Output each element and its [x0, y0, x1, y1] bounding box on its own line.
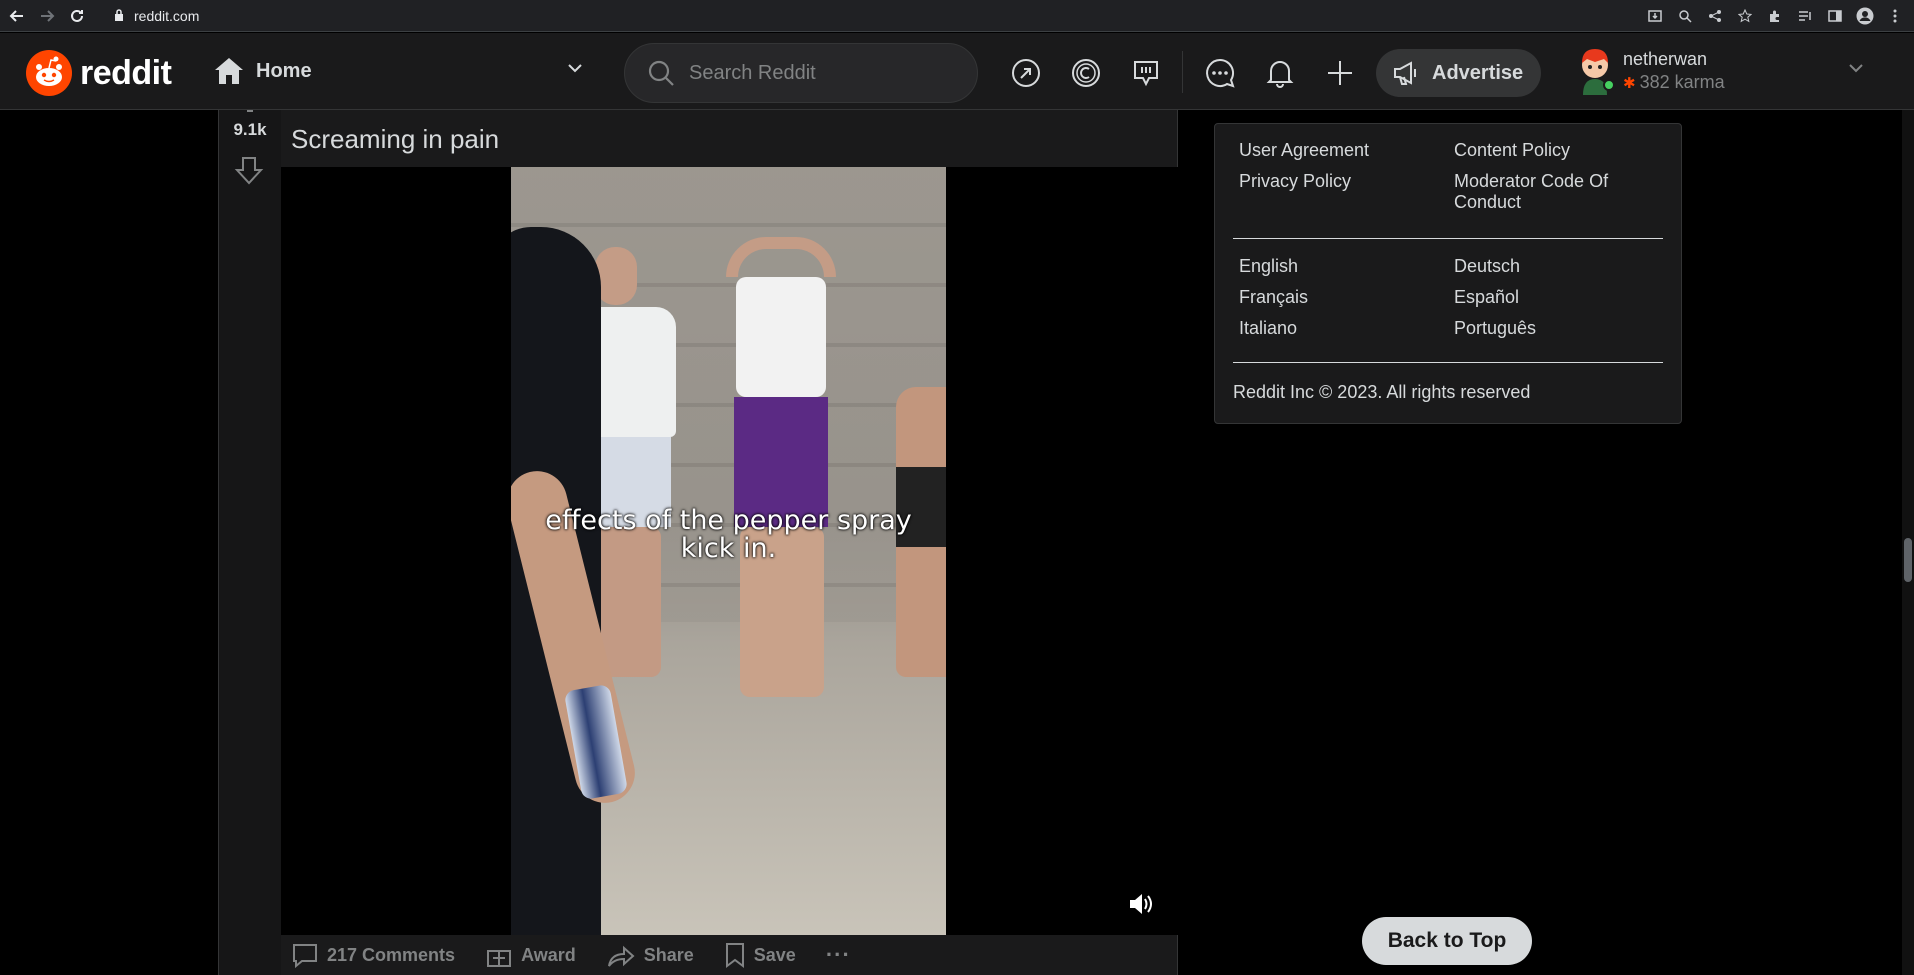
user-menu[interactable]: netherwan ✱ 382 karma: [1575, 43, 1875, 99]
language-links: English Deutsch Français Español Italian…: [1239, 256, 1669, 339]
gift-icon: [485, 942, 513, 968]
back-to-top-button[interactable]: Back to Top: [1362, 917, 1532, 965]
username: netherwan: [1623, 49, 1708, 69]
chevron-down-icon: [1849, 64, 1863, 73]
forward-arrow-icon[interactable]: [34, 3, 60, 29]
avatar: [1575, 47, 1615, 95]
lock-icon: [114, 8, 124, 24]
video-player[interactable]: effects of the pepper spray kick in.: [281, 167, 1178, 935]
policy-links: User Agreement Content Policy Privacy Po…: [1239, 140, 1669, 213]
install-icon[interactable]: [1642, 3, 1668, 29]
save-label: Save: [753, 944, 796, 965]
comments-button[interactable]: 217 Comments: [291, 942, 455, 968]
address-bar[interactable]: reddit.com: [114, 8, 199, 24]
menu-dots-icon[interactable]: [1882, 3, 1908, 29]
reddit-logo[interactable]: reddit: [26, 50, 172, 96]
moderator-code-link[interactable]: Moderator Code Of Conduct: [1454, 171, 1669, 213]
more-options-icon[interactable]: ···: [826, 942, 851, 968]
advertise-label: Advertise: [1432, 61, 1524, 84]
footer-links-card: User Agreement Content Policy Privacy Po…: [1214, 123, 1682, 424]
reading-list-icon[interactable]: [1792, 3, 1818, 29]
share-arrow-icon: [606, 942, 636, 968]
search-input[interactable]: [689, 61, 949, 85]
post-card: 9.1k Screaming in pain effects of the pe…: [218, 110, 1178, 975]
popular-icon[interactable]: [1006, 53, 1046, 93]
feed-label: Home: [256, 59, 312, 82]
home-icon: [215, 58, 243, 84]
feed-selector[interactable]: Home: [214, 51, 584, 91]
chevron-down-icon: [568, 64, 582, 73]
user-agreement-link[interactable]: User Agreement: [1239, 140, 1454, 161]
language-francais[interactable]: Français: [1239, 287, 1454, 308]
url-text: reddit.com: [134, 7, 200, 24]
reddit-header: reddit Home Advertise netherwan: [0, 33, 1914, 110]
create-post-plus-icon[interactable]: [1320, 53, 1360, 93]
downvote-arrow-icon[interactable]: [233, 154, 265, 186]
header-divider: [1182, 51, 1183, 93]
back-arrow-icon[interactable]: [4, 3, 30, 29]
post-title[interactable]: Screaming in pain: [291, 124, 499, 155]
rpan-icon[interactable]: [1126, 53, 1166, 93]
divider: [1233, 238, 1663, 239]
chat-icon[interactable]: [1200, 53, 1240, 93]
upvote-arrow-icon[interactable]: [247, 110, 253, 112]
reddit-wordmark: reddit: [80, 53, 172, 92]
coins-icon[interactable]: [1066, 53, 1106, 93]
video-frame: effects of the pepper spray kick in.: [511, 167, 946, 935]
karma-count: ✱ 382 karma: [1623, 72, 1725, 93]
advertise-button[interactable]: Advertise: [1376, 49, 1541, 97]
snoo-icon: [26, 50, 72, 96]
award-button[interactable]: Award: [485, 942, 576, 968]
language-english[interactable]: English: [1239, 256, 1454, 277]
comment-icon: [291, 942, 319, 968]
language-deutsch[interactable]: Deutsch: [1454, 256, 1669, 277]
star-icon[interactable]: [1732, 3, 1758, 29]
notification-bell-icon[interactable]: [1260, 53, 1300, 93]
language-espanol[interactable]: Español: [1454, 287, 1669, 308]
zoom-icon[interactable]: [1672, 3, 1698, 29]
privacy-policy-link[interactable]: Privacy Policy: [1239, 171, 1454, 213]
bookmark-icon: [724, 942, 746, 968]
vote-column: 9.1k: [219, 110, 281, 975]
volume-icon[interactable]: [1126, 889, 1156, 919]
scrollbar[interactable]: [1902, 110, 1914, 975]
language-italiano[interactable]: Italiano: [1239, 318, 1454, 339]
language-portugues[interactable]: Português: [1454, 318, 1669, 339]
browser-toolbar: reddit.com: [0, 0, 1914, 32]
megaphone-icon: [1394, 61, 1416, 85]
content-policy-link[interactable]: Content Policy: [1454, 140, 1669, 161]
search-box[interactable]: [624, 43, 978, 103]
extensions-icon[interactable]: [1762, 3, 1788, 29]
online-status-dot: [1603, 79, 1615, 91]
save-button[interactable]: Save: [724, 942, 796, 968]
karma-icon: ✱: [1623, 74, 1636, 92]
share-button[interactable]: Share: [606, 942, 694, 968]
reload-icon[interactable]: [64, 3, 90, 29]
award-label: Award: [521, 944, 576, 965]
share-icon[interactable]: [1702, 3, 1728, 29]
divider: [1233, 362, 1663, 363]
search-icon: [648, 60, 674, 86]
scrollbar-thumb[interactable]: [1904, 538, 1912, 582]
karma-text: 382 karma: [1639, 72, 1725, 92]
video-caption: effects of the pepper spray kick in.: [545, 505, 912, 564]
comments-label: 217 Comments: [327, 944, 456, 965]
side-panel-icon[interactable]: [1822, 3, 1848, 29]
profile-icon[interactable]: [1852, 3, 1878, 29]
copyright-text: Reddit Inc © 2023. All rights reserved: [1233, 382, 1531, 402]
share-label: Share: [643, 944, 694, 965]
post-action-bar: 217 Comments Award Share Save ···: [281, 935, 1178, 975]
vote-score: 9.1k: [233, 120, 267, 139]
